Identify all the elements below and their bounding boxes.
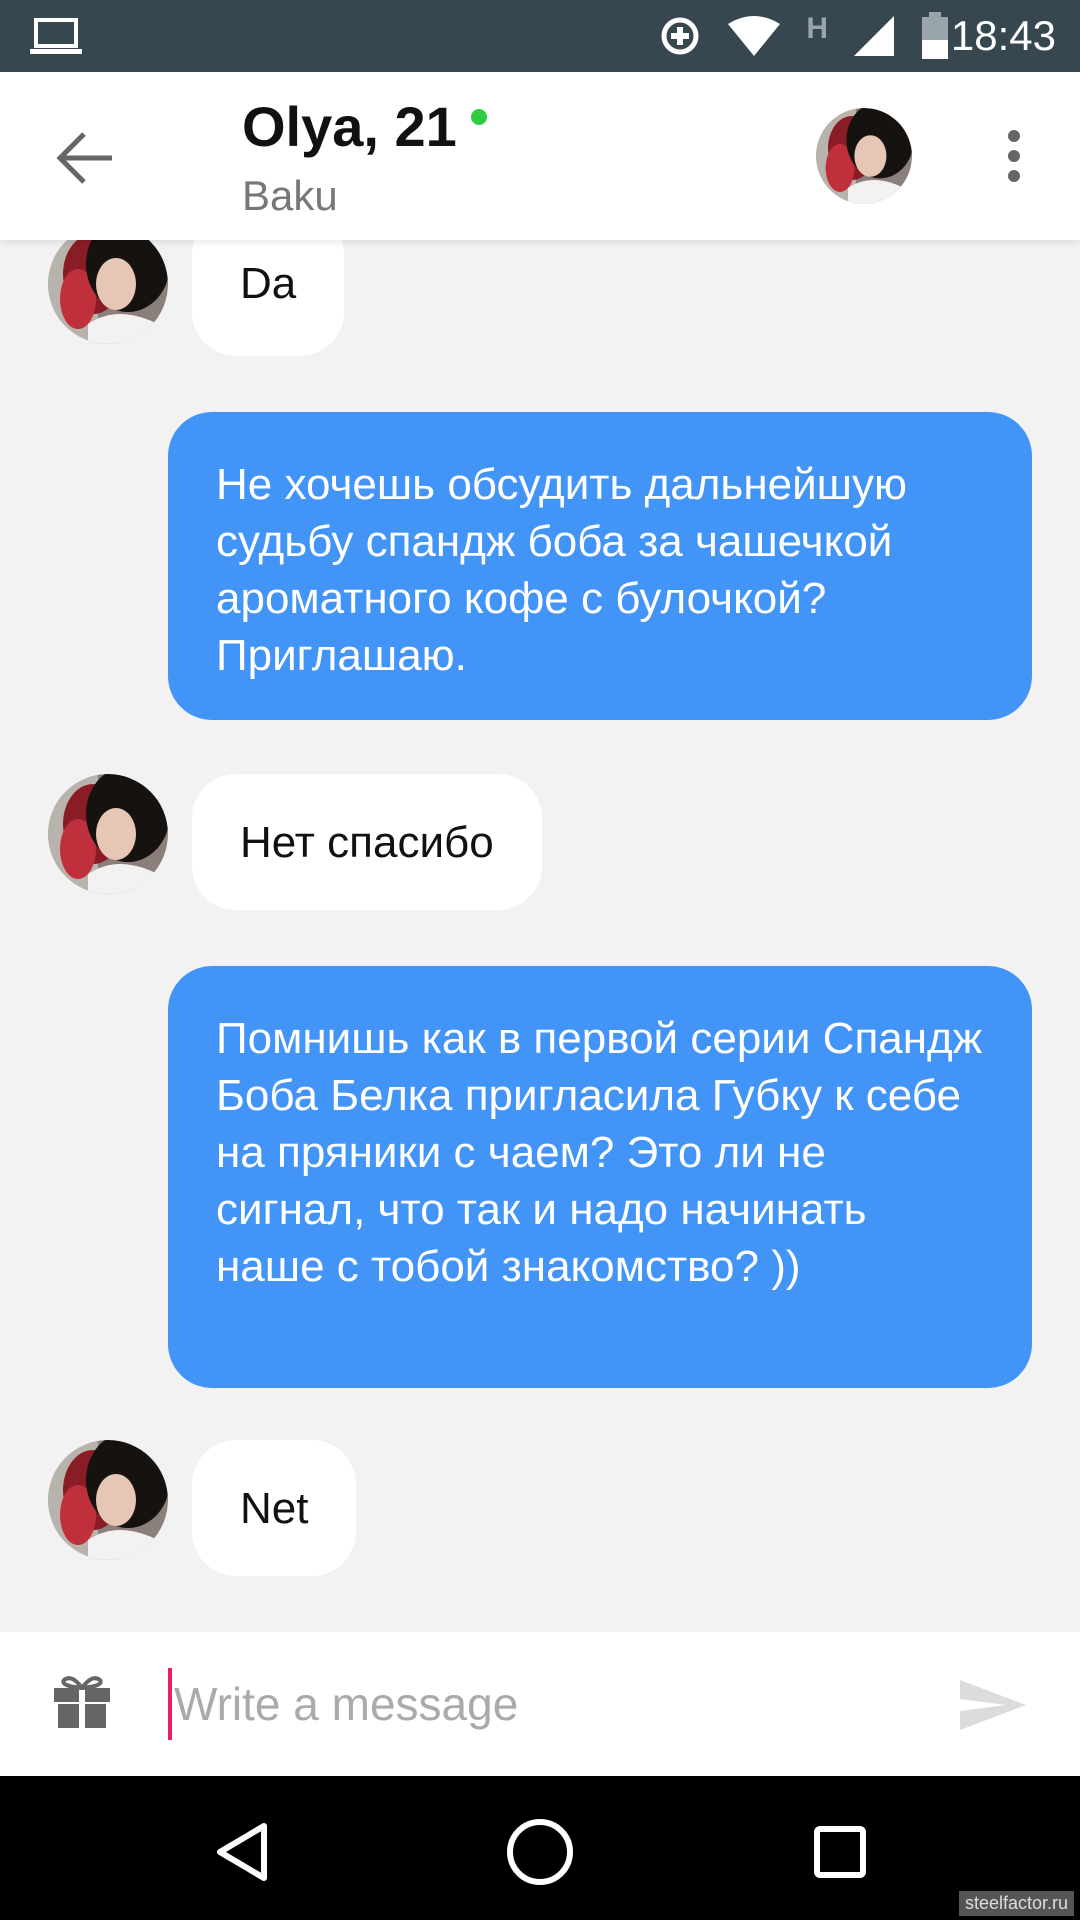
nav-recents-button[interactable]: [800, 1812, 880, 1892]
contact-name: Olya, 21: [242, 95, 457, 158]
chat-header: Olya, 21 Baku: [0, 72, 1080, 240]
message-text: Da: [240, 258, 297, 308]
incoming-message[interactable]: Net: [192, 1440, 357, 1576]
send-icon: [960, 1680, 1026, 1730]
watermark: steelfactor.ru: [958, 1891, 1074, 1916]
message-text: Не хочешь обсудить дальнейшую судьбу спа…: [216, 460, 907, 680]
avatar-photo: [48, 1440, 168, 1560]
avatar-photo: [816, 108, 912, 204]
message-text: Помнишь как в первой серии Спандж Боба Б…: [216, 1014, 983, 1291]
back-arrow-icon: [56, 132, 112, 184]
message-text: Нет спасибо: [240, 817, 494, 867]
send-button[interactable]: [958, 1678, 1030, 1734]
message-composer: [0, 1632, 1080, 1776]
message-text: Net: [240, 1483, 309, 1533]
cell-signal-icon: [854, 16, 894, 56]
laptop-icon: [30, 18, 82, 54]
back-triangle-icon: [217, 1823, 267, 1881]
outgoing-message[interactable]: Помнишь как в первой серии Спандж Боба Б…: [168, 966, 1032, 1388]
incoming-message[interactable]: Da: [192, 240, 345, 356]
wifi-icon: [728, 16, 781, 56]
online-indicator: [470, 108, 487, 125]
contact-name-row[interactable]: Olya, 21: [242, 94, 487, 159]
message-input[interactable]: [168, 1668, 908, 1740]
status-icons: H: [658, 12, 950, 60]
avatar[interactable]: [48, 240, 168, 344]
avatar[interactable]: [48, 774, 168, 894]
gift-button[interactable]: [52, 1674, 116, 1734]
recents-square-icon: [814, 1826, 866, 1878]
nav-back-button[interactable]: [202, 1812, 282, 1892]
avatar[interactable]: [48, 1440, 168, 1560]
nav-home-button[interactable]: [500, 1812, 580, 1892]
contact-city: Baku: [242, 172, 338, 219]
network-type-label: H: [806, 12, 828, 45]
data-saver-icon: [661, 17, 699, 55]
avatar-photo: [48, 774, 168, 894]
back-button[interactable]: [48, 122, 120, 194]
home-circle-icon: [507, 1819, 573, 1885]
message-list[interactable]: Da Не хочешь обсудить дальнейшую судьбу …: [0, 240, 1080, 1632]
avatar-photo: [48, 240, 168, 344]
more-vert-icon: [1008, 130, 1020, 142]
battery-icon: [922, 12, 948, 59]
outgoing-message[interactable]: Не хочешь обсудить дальнейшую судьбу спа…: [168, 412, 1032, 720]
avatar[interactable]: [816, 108, 912, 204]
status-time: 18:43: [950, 12, 1056, 59]
more-options-button[interactable]: [990, 126, 1038, 186]
incoming-message[interactable]: Нет спасибо: [192, 774, 542, 910]
status-bar: H 18:43: [0, 0, 1080, 72]
navigation-bar: steelfactor.ru: [0, 1776, 1080, 1920]
gift-icon: [54, 1676, 110, 1728]
